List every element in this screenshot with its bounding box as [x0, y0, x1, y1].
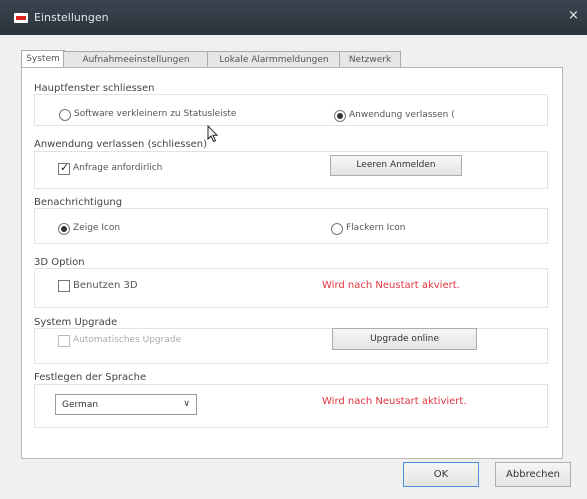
restart-notice-3d: Wird nach Neustart akviert. [322, 280, 460, 291]
label-auto-upgrade: Automatisches Upgrade [73, 335, 182, 345]
tab-recording-settings[interactable]: Aufnahmeeinstellungen [63, 51, 209, 68]
window-title: Einstellungen [34, 11, 109, 24]
restart-notice-language: Wird nach Neustart aktiviert. [322, 396, 467, 407]
system-panel: Hauptfenster schliessen Software verklei… [21, 67, 563, 459]
radio-exit-application[interactable] [334, 110, 346, 122]
label-use-3d: Benutzen 3D [73, 280, 138, 291]
tab-network[interactable]: Netzwerk [339, 51, 401, 68]
chevron-down-icon: ∨ [183, 399, 190, 409]
cancel-button[interactable]: Abbrechen [495, 462, 571, 487]
group-title-exit-app: Anwendung verlassen (schliessen) [34, 139, 208, 150]
radio-minimize-to-tray[interactable] [59, 109, 71, 121]
group-title-system-upgrade: System Upgrade [34, 317, 118, 328]
close-icon[interactable]: × [568, 8, 579, 23]
mouse-cursor-icon [207, 125, 219, 143]
label-show-icon: Zeige Icon [73, 223, 121, 233]
checkbox-auto-upgrade[interactable] [58, 335, 70, 347]
clear-login-button[interactable]: Leeren Anmelden [330, 155, 462, 176]
label-minimize-to-tray: Software verkleinern zu Statusleiste [74, 109, 237, 119]
group-title-language: Festlegen der Sprache [34, 372, 147, 383]
label-confirm-exit: Anfrage anfordirlich [73, 163, 163, 173]
checkbox-use-3d[interactable] [58, 280, 70, 292]
tab-local-alarms[interactable]: Lokale Alarmmeldungen [207, 51, 341, 68]
ok-button[interactable]: OK [403, 462, 479, 487]
group-title-notification: Benachrichtigung [34, 197, 123, 208]
checkbox-confirm-exit[interactable] [58, 161, 70, 175]
language-select-value: German [62, 400, 99, 410]
radio-show-icon[interactable] [58, 223, 70, 235]
label-exit-application: Anwendung verlassen ( [349, 110, 455, 120]
group-title-main-window: Hauptfenster schliessen [34, 83, 155, 94]
app-logo-icon [14, 13, 28, 23]
label-flash-icon: Flackern Icon [346, 223, 406, 233]
language-select[interactable]: German ∨ [55, 394, 197, 415]
settings-window: Einstellungen × System Aufnahmeeinstellu… [0, 0, 587, 499]
radio-flash-icon[interactable] [331, 223, 343, 235]
upgrade-online-button[interactable]: Upgrade online [332, 328, 477, 350]
group-title-3d-option: 3D Option [34, 257, 85, 268]
title-bar: Einstellungen × [0, 0, 587, 35]
